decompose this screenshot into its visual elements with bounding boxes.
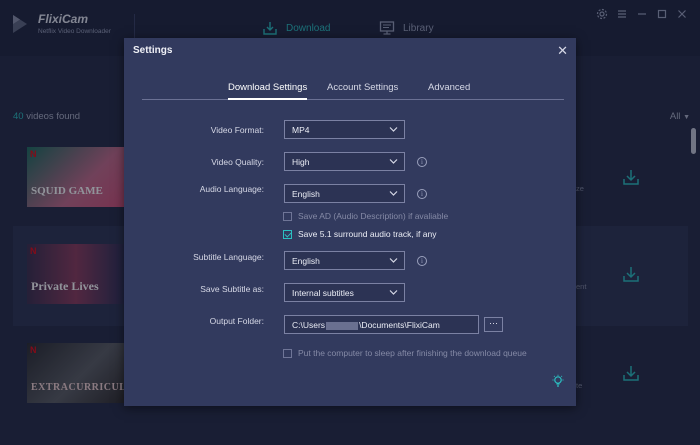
settings-title: Settings <box>133 45 173 56</box>
save-ad-checkbox[interactable]: Save AD (Audio Description) if avaliable <box>283 211 448 221</box>
info-icon[interactable]: i <box>417 189 427 199</box>
lightbulb-icon[interactable] <box>551 374 565 388</box>
checkbox-box-checked <box>283 229 292 239</box>
save-subtitle-select[interactable]: Internal subtitles <box>284 283 405 302</box>
chevron-down-icon <box>389 159 398 164</box>
audio-language-select[interactable]: English <box>284 184 405 203</box>
video-format-label: Video Format: <box>210 125 264 135</box>
close-icon[interactable]: ✕ <box>557 43 568 59</box>
redacted-username <box>326 321 359 330</box>
info-icon[interactable]: i <box>417 157 427 167</box>
tab-download-settings[interactable]: Download Settings <box>228 82 308 100</box>
subtitle-language-label: Subtitle Language: <box>193 252 264 262</box>
chevron-down-icon <box>389 290 398 295</box>
browse-folder-button[interactable]: ··· <box>484 317 503 332</box>
tab-account-settings[interactable]: Account Settings <box>327 82 398 98</box>
chevron-down-icon <box>389 191 398 196</box>
checkbox-box <box>283 211 292 221</box>
chevron-down-icon <box>389 127 398 132</box>
chevron-down-icon <box>389 258 398 263</box>
save-51-checkbox[interactable]: Save 5.1 surround audio track, if any <box>283 229 436 239</box>
tab-advanced[interactable]: Advanced <box>428 82 470 98</box>
video-quality-label: Video Quality: <box>211 157 264 167</box>
subtitle-language-select[interactable]: English <box>284 251 405 270</box>
output-folder-label: Output Folder: <box>209 316 264 326</box>
output-folder-input[interactable]: C:\Users \Documents\FlixiCam <box>284 315 479 334</box>
info-icon[interactable]: i <box>417 256 427 266</box>
settings-tabs: Download Settings Account Settings Advan… <box>142 82 564 100</box>
checkbox-box <box>283 348 292 358</box>
settings-dialog: Settings ✕ Download Settings Account Set… <box>124 38 576 406</box>
sleep-after-download-checkbox[interactable]: Put the computer to sleep after finishin… <box>283 348 527 358</box>
video-format-select[interactable]: MP4 <box>284 120 405 139</box>
save-subtitle-label: Save Subtitle as: <box>200 284 264 294</box>
audio-language-label: Audio Language: <box>199 184 264 194</box>
video-quality-select[interactable]: High <box>284 152 405 171</box>
